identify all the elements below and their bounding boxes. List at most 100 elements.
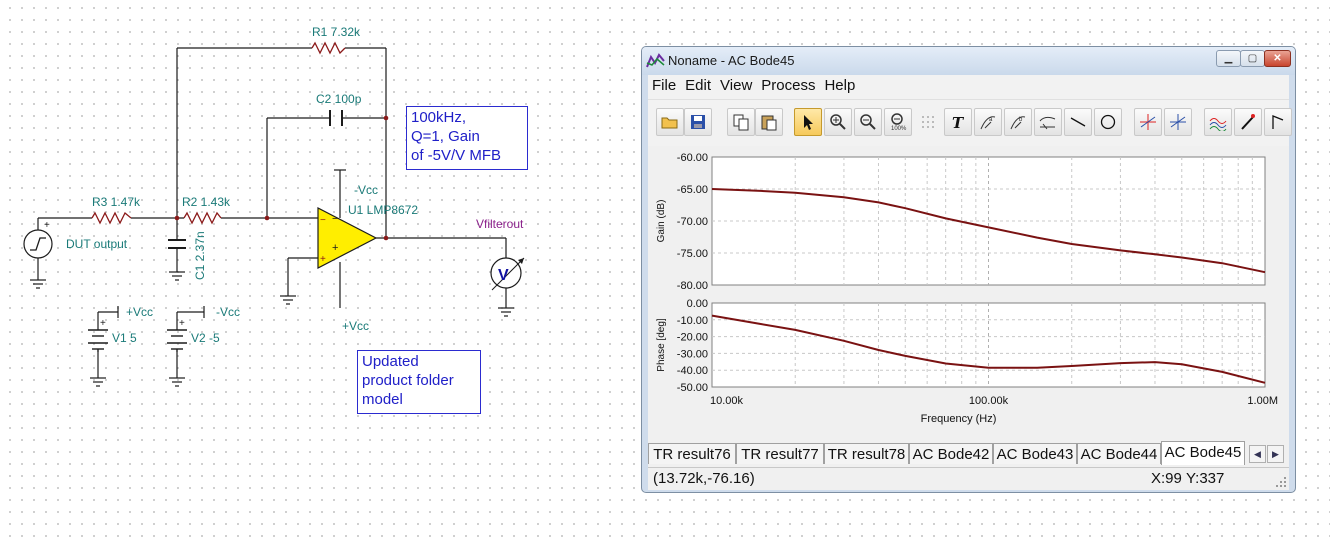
bode-plot[interactable]: -60.00-65.00-70.00-75.00-80.00Gain (dB) … [648,146,1289,441]
y-tick-label: -75.00 [677,248,708,260]
svg-text:+: + [44,220,50,231]
tab-ac-bode44[interactable]: AC Bode44 [1077,443,1161,464]
minimize-button[interactable]: ▁ [1216,50,1241,67]
marker-b-button[interactable] [1164,108,1192,136]
zoom-100-icon: 100% [891,113,907,131]
tab-scroll-right-button[interactable]: ▶ [1267,445,1284,463]
y-tick-label: -70.00 [677,216,708,228]
paste-icon [761,115,777,131]
pointer-icon [804,115,813,130]
svg-text:100%: 100% [891,126,907,131]
menu-file[interactable]: File [648,75,681,94]
x-tick-label: 10.00k [710,395,744,407]
circle-icon [1100,114,1116,130]
open-button[interactable] [656,108,684,136]
cursor-b-button[interactable]: b [1004,108,1032,136]
zoom-in-button[interactable] [824,108,852,136]
copy-button[interactable] [727,108,755,136]
tab-ac-bode43[interactable]: AC Bode43 [993,443,1077,464]
zoom-out-button[interactable] [854,108,882,136]
output-net-label: Vfilterout [476,217,524,231]
status-coordinates: (13.72k,-76.16) [653,470,755,487]
y-axis-label: Phase [deg] [656,318,667,372]
menu-bar: File Edit View Process Help [648,75,1289,99]
note-line: model [362,391,403,408]
line-icon [1070,117,1086,127]
open-icon [661,117,678,129]
tab-ac-bode42[interactable]: AC Bode42 [909,443,993,464]
status-bar: (13.72k,-76.16) X:99 Y:337 [648,467,1289,490]
svg-text:a: a [989,117,993,123]
y-tick-label: -50.00 [677,382,708,394]
marker-a-button[interactable] [1134,108,1162,136]
curve-icon [1039,116,1056,130]
resize-grip-icon[interactable] [1275,476,1287,488]
marker-b-icon [1170,114,1186,130]
curve-button[interactable] [1034,108,1062,136]
save-button[interactable] [684,108,712,136]
paste-button[interactable] [755,108,783,136]
y-tick-label: -65.00 [677,184,708,196]
tab-tr-result76[interactable]: TR result76 [648,443,736,464]
text-button[interactable]: T [944,108,972,136]
status-y: Y:337 [1186,470,1225,487]
svg-text:b: b [1019,117,1023,123]
phase-panel: 0.00 -10.00 -20.00 -30.00 -40.00 -50.00 Phase … [656,298,1278,425]
y-tick-label: -20.00 [677,332,708,344]
y-axis-label: Gain (dB) [656,200,667,243]
note-line: product folder [362,372,454,389]
menu-process[interactable]: Process [757,75,820,94]
r1-label: R1 7.32k [312,25,361,39]
tab-tr-result77[interactable]: TR result77 [736,443,824,464]
x-axis-label: Frequency (Hz) [921,413,997,425]
line-button[interactable] [1064,108,1092,136]
v2-label: V2 -5 [191,331,220,345]
maximize-button[interactable]: ▢ [1240,50,1265,67]
cursor-b-icon: b [1010,116,1026,130]
circle-button[interactable] [1094,108,1122,136]
probe-button[interactable] [1234,108,1262,136]
y-tick-label: -40.00 [677,365,708,377]
design-note: 100kHz, Q=1, Gain of -5V/V MFB [406,106,528,170]
save-icon [691,115,705,129]
grid-button[interactable] [914,108,942,136]
gain-panel: -60.00 -65.00 -70.00 -75.00 -80.00 Gain (dB) [656,152,1266,292]
app-icon [646,53,665,68]
window-title: Noname - AC Bode45 [668,53,795,68]
zoom-out-icon [860,114,876,130]
c1-label: C1 2.37n [193,231,207,280]
flag-button[interactable] [1264,108,1292,136]
tab-tr-result78[interactable]: TR result78 [824,443,909,464]
status-x: X:99 [1151,470,1182,487]
zoom-100-button[interactable]: 100% [884,108,912,136]
cursor-a-icon: a [980,116,996,130]
note-line: of -5V/V MFB [411,147,502,164]
menu-help[interactable]: Help [820,75,860,94]
menu-view[interactable]: View [716,75,757,94]
x-tick-label: 100.00k [969,395,1009,407]
y-tick-label: -30.00 [677,348,708,360]
flag-icon [1272,115,1284,129]
svg-text:+: + [320,254,326,265]
copy-icon [733,114,749,131]
close-button[interactable]: ✕ [1264,50,1291,67]
cursor-a-button[interactable]: a [974,108,1002,136]
marker-a-icon [1140,114,1156,130]
schematic-canvas[interactable]: − + − + + + + V R1 7.32k C2 100p R3 1.47… [0,0,640,538]
bode-plot-area[interactable]: -60.00 -65.00 -70.00 -75.00 -80.00 Gain (dB) … [648,146,1289,441]
pos-supply-pin-label: +Vcc [342,319,369,333]
tab-ac-bode45[interactable]: AC Bode45 [1161,441,1245,465]
menu-edit[interactable]: Edit [681,75,716,94]
result-tabs: TR result76 TR result77 TR result78 AC B… [648,441,1289,467]
y-tick-label: -10.00 [677,315,708,327]
svg-text:T: T [952,114,965,131]
v1-label: V1 5 [112,331,137,345]
svg-text:+: + [100,318,106,329]
y-tick-label: -80.00 [677,280,708,292]
svg-text:+: + [332,242,338,254]
svg-text:−: − [332,213,338,225]
title-bar[interactable]: Noname - AC Bode45 ▁ ▢ ✕ [642,47,1295,75]
waveform-button[interactable] [1204,108,1232,136]
pointer-button[interactable] [794,108,822,136]
tab-scroll-left-button[interactable]: ◀ [1249,445,1266,463]
